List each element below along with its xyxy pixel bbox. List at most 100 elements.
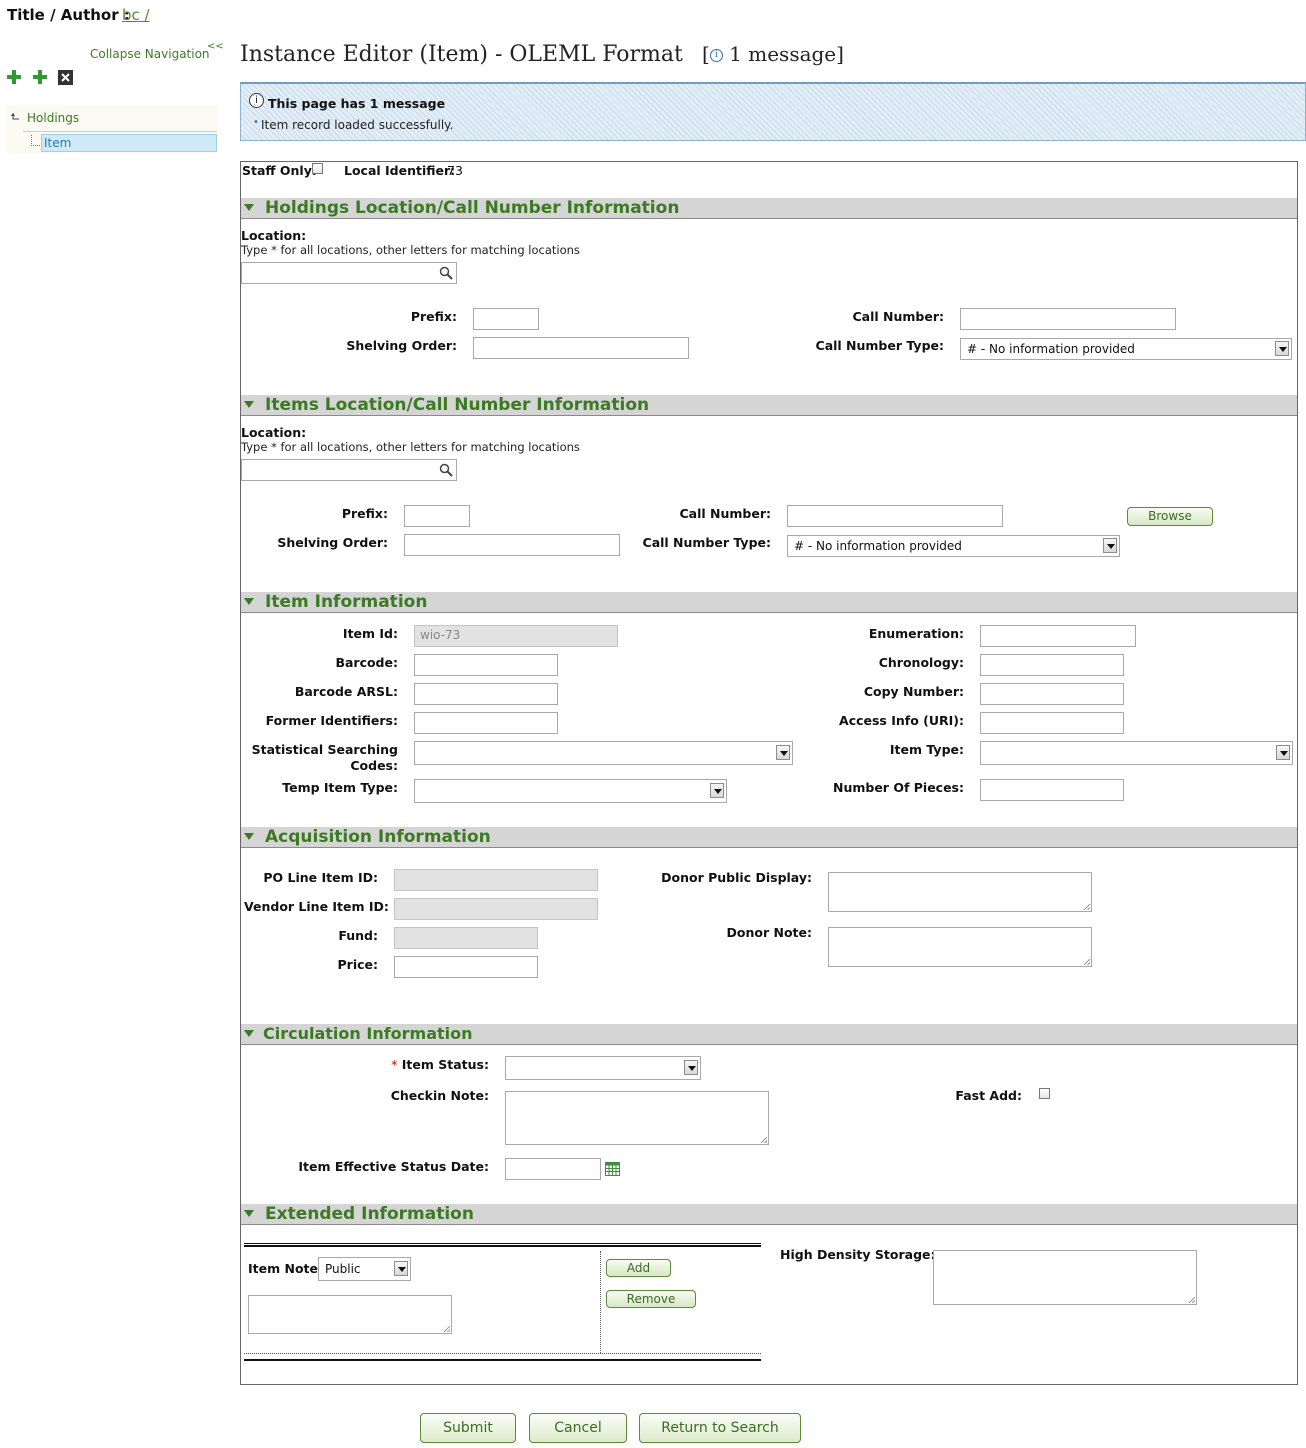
chevron-down-icon[interactable] — [1276, 745, 1290, 760]
title-author-link[interactable]: bc / — [122, 6, 150, 24]
chevron-down-icon[interactable] — [394, 1261, 408, 1276]
chevron-down-icon[interactable] — [1275, 341, 1289, 356]
remove-note-button[interactable]: Remove — [606, 1290, 696, 1308]
price-input[interactable] — [394, 956, 538, 978]
holdings-location-input[interactable] — [241, 262, 457, 284]
search-icon[interactable] — [439, 266, 453, 280]
extended-section-header[interactable]: Extended Information — [241, 1204, 1297, 1225]
items-shelving-order-input[interactable] — [404, 534, 620, 556]
search-icon[interactable] — [439, 463, 453, 477]
items-shelving-order-label: Shelving Order: — [277, 535, 388, 550]
chevron-down-icon[interactable] — [776, 745, 790, 760]
table-bottom-border — [244, 1353, 761, 1361]
table-top-border — [244, 1243, 761, 1247]
tree-expander-icon[interactable] — [10, 111, 20, 121]
holdings-call-number-input[interactable] — [960, 308, 1176, 330]
message-heading: This page has 1 message — [268, 96, 446, 111]
barcode-arsl-input[interactable] — [414, 683, 558, 705]
item-status-select[interactable] — [505, 1056, 701, 1080]
checkin-note-textarea[interactable] — [505, 1091, 769, 1145]
cancel-button[interactable]: Cancel — [529, 1413, 627, 1443]
table-divider — [600, 1251, 601, 1353]
items-call-number-input[interactable] — [787, 505, 1003, 527]
temp-item-type-select[interactable] — [414, 779, 727, 803]
holdings-prefix-label: Prefix: — [410, 309, 457, 324]
delete-icon[interactable] — [58, 70, 73, 85]
barcode-label: Barcode: — [335, 655, 398, 670]
enumeration-input[interactable] — [980, 625, 1136, 647]
po-line-item-input[interactable] — [394, 869, 598, 891]
return-to-search-button[interactable]: Return to Search — [639, 1413, 801, 1443]
collapse-navigation-link[interactable]: Collapse Navigation — [90, 47, 210, 61]
items-location-hint: Type * for all locations, other letters … — [241, 440, 580, 454]
local-identifier-label: Local Identifier: — [344, 163, 456, 178]
message-count[interactable]: [i 1 message] — [702, 42, 844, 66]
holdings-call-number-type-value: # - No information provided — [967, 342, 1135, 356]
copy-number-label: Copy Number: — [863, 684, 964, 699]
vendor-line-item-input[interactable] — [394, 898, 598, 920]
items-call-number-type-select[interactable]: # - No information provided — [787, 535, 1120, 557]
barcode-input[interactable] — [414, 654, 558, 676]
tree-node-holdings[interactable]: Holdings — [27, 111, 79, 125]
acquisition-section-title: Acquisition Information — [265, 827, 491, 847]
add-note-button[interactable]: Add — [606, 1259, 671, 1277]
items-section-title: Items Location/Call Number Information — [265, 395, 650, 415]
items-prefix-input[interactable] — [404, 505, 470, 527]
po-line-item-label: PO Line Item ID: — [263, 870, 378, 885]
item-type-label: Item Type: — [889, 742, 964, 757]
former-identifiers-input[interactable] — [414, 712, 558, 734]
item-status-label: * Item Status: — [300, 1057, 489, 1072]
donor-public-display-textarea[interactable] — [828, 872, 1092, 912]
barcode-arsl-label: Barcode ARSL: — [294, 684, 398, 699]
access-info-input[interactable] — [980, 712, 1124, 734]
calendar-icon[interactable] — [605, 1162, 620, 1176]
fund-input[interactable] — [394, 927, 538, 949]
item-type-select[interactable] — [980, 741, 1293, 765]
holdings-shelving-order-input[interactable] — [473, 337, 689, 359]
items-section-header[interactable]: Items Location/Call Number Information — [241, 395, 1297, 416]
access-info-label: Access Info (URI): — [839, 713, 964, 728]
chevron-down-icon[interactable] — [684, 1060, 698, 1075]
holdings-location-label: Location: — [241, 228, 307, 243]
tree-node-item[interactable]: Item — [41, 134, 217, 152]
message-count-label: 1 message — [729, 42, 837, 66]
holdings-call-number-type-select[interactable]: # - No information provided — [960, 338, 1292, 360]
chevron-down-icon[interactable] — [710, 783, 724, 798]
holdings-section-header[interactable]: Holdings Location/Call Number Informatio… — [241, 198, 1297, 219]
holdings-prefix-input[interactable] — [473, 308, 539, 330]
add-holdings-icon[interactable] — [7, 70, 21, 84]
acquisition-section-header[interactable]: Acquisition Information — [241, 827, 1297, 848]
donor-note-textarea[interactable] — [828, 927, 1092, 967]
browse-button[interactable]: Browse — [1127, 507, 1213, 526]
collapse-triangle-icon — [244, 598, 254, 605]
tree-node-item-label: Item — [44, 136, 72, 150]
items-call-number-type-value: # - No information provided — [794, 539, 962, 553]
fast-add-checkbox[interactable] — [1039, 1088, 1050, 1099]
statistical-codes-select[interactable] — [414, 741, 793, 765]
staff-only-checkbox[interactable] — [312, 163, 323, 174]
submit-button[interactable]: Submit — [420, 1413, 516, 1443]
chronology-input[interactable] — [980, 654, 1124, 676]
collapse-chevron-icon[interactable]: << — [207, 41, 224, 52]
number-of-pieces-input[interactable] — [980, 779, 1124, 801]
item-info-section-title: Item Information — [265, 592, 428, 612]
item-note-textarea[interactable] — [248, 1295, 452, 1334]
statistical-codes-label-line1: Statistical Searching — [251, 742, 398, 757]
collapse-triangle-icon — [244, 401, 254, 408]
message-item: Item record loaded successfully. — [261, 118, 454, 132]
high-density-storage-textarea[interactable] — [933, 1250, 1197, 1305]
items-location-input[interactable] — [241, 459, 457, 481]
fast-add-label: Fast Add: — [955, 1088, 1022, 1103]
collapse-triangle-icon — [244, 833, 254, 840]
holdings-section-title: Holdings Location/Call Number Informatio… — [265, 198, 680, 218]
item-id-input[interactable]: wio-73 — [414, 625, 618, 647]
items-prefix-label: Prefix: — [341, 506, 388, 521]
item-note-type-select[interactable]: Public — [318, 1257, 411, 1281]
item-effective-status-date-input[interactable] — [505, 1158, 601, 1180]
copy-number-input[interactable] — [980, 683, 1124, 705]
item-note-label: Item Note: — [248, 1261, 323, 1276]
item-info-section-header[interactable]: Item Information — [241, 592, 1297, 613]
chevron-down-icon[interactable] — [1103, 538, 1117, 553]
add-item-icon[interactable] — [33, 70, 47, 84]
circulation-section-header[interactable]: Circulation Information — [241, 1024, 1297, 1045]
